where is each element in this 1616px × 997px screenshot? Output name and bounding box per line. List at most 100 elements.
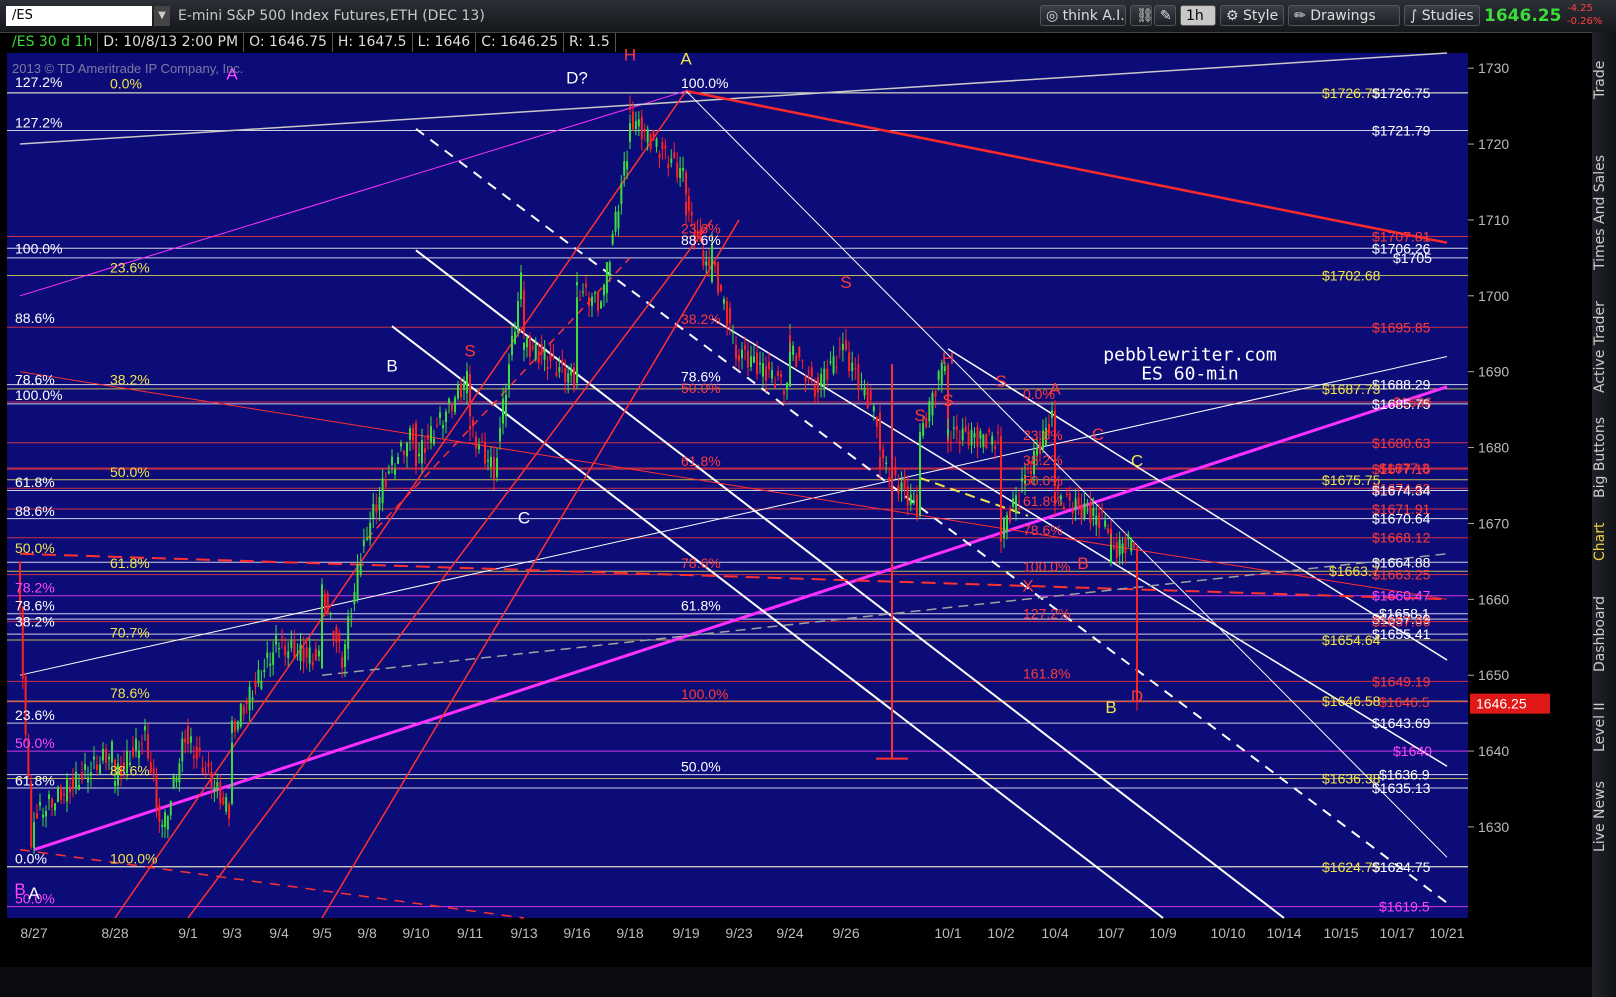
price-chart[interactable]: 127.2% 0.0%127.2%100.0%23.6%88.6%78.6% 38.… bbox=[0, 0, 1592, 967]
candle-body bbox=[937, 370, 940, 381]
price-level-label: $1643.69 bbox=[1372, 715, 1431, 731]
price-level-label: $1655.41 bbox=[1372, 626, 1431, 642]
fib-label: 23.6% bbox=[15, 707, 55, 723]
candle-body bbox=[869, 390, 872, 400]
candle-body bbox=[36, 813, 38, 819]
tab-chart[interactable]: Chart bbox=[1592, 512, 1616, 572]
candle-body bbox=[634, 120, 637, 129]
candle-body bbox=[403, 450, 405, 455]
candle-body bbox=[204, 772, 207, 775]
candle-body bbox=[508, 364, 510, 389]
candle-body bbox=[576, 282, 578, 286]
candle-body bbox=[1006, 515, 1008, 533]
y-tick-label: 1730 bbox=[1478, 60, 1509, 76]
candle-body bbox=[520, 272, 522, 300]
candle-body bbox=[958, 441, 961, 445]
candle-body bbox=[169, 800, 172, 816]
candle-body bbox=[765, 366, 767, 382]
tab-active-trader[interactable]: Active Trader bbox=[1592, 292, 1616, 402]
candle-body bbox=[496, 457, 498, 478]
fib-label: 78.2% bbox=[15, 580, 55, 596]
tab-dashboard[interactable]: Dashboard bbox=[1592, 587, 1616, 682]
candle-body bbox=[931, 392, 934, 416]
candle-body bbox=[472, 419, 474, 427]
candle-body bbox=[661, 142, 664, 150]
candle-body bbox=[1086, 510, 1089, 512]
candle-body bbox=[961, 428, 964, 441]
candle-body bbox=[813, 385, 816, 397]
candle-body bbox=[792, 345, 795, 355]
candle-body bbox=[1018, 500, 1020, 502]
candle-body bbox=[391, 456, 393, 465]
candle-body bbox=[299, 644, 302, 661]
candle-body bbox=[711, 257, 713, 260]
fib-label: 50.0% bbox=[15, 735, 55, 751]
price-axis-panel bbox=[1468, 53, 1592, 918]
candle-body bbox=[807, 370, 810, 373]
fib-label: 127.2% bbox=[15, 114, 62, 130]
candle-body bbox=[729, 307, 731, 324]
candle-body bbox=[888, 477, 891, 482]
fib-label: 100.0% bbox=[110, 850, 157, 866]
x-tick-label: 9/16 bbox=[563, 925, 590, 941]
candle-body bbox=[287, 651, 290, 658]
tab-trade[interactable]: Trade bbox=[1592, 42, 1616, 117]
candle-body bbox=[57, 786, 59, 803]
candle-body bbox=[96, 764, 98, 771]
candle-body bbox=[338, 633, 341, 642]
candle-body bbox=[172, 775, 175, 789]
candle-body bbox=[514, 331, 516, 345]
wave-label: S bbox=[914, 406, 925, 425]
fib-label: 127.2% bbox=[15, 74, 62, 90]
candle-body bbox=[823, 368, 826, 388]
candle-body bbox=[667, 163, 670, 169]
fib-label: 70.7% bbox=[110, 624, 150, 640]
candle-body bbox=[166, 816, 169, 830]
price-level-label: $1660.47 bbox=[1372, 588, 1431, 604]
candle-body bbox=[487, 459, 489, 462]
tab-level-ii[interactable]: Level II bbox=[1592, 692, 1616, 762]
candle-body bbox=[771, 370, 773, 379]
candle-body bbox=[570, 369, 573, 376]
price-level-label: $1668.12 bbox=[1372, 530, 1431, 546]
tab-times-and-sales[interactable]: Times And Sales bbox=[1592, 137, 1616, 287]
candle-body bbox=[741, 349, 743, 359]
tab-big-buttons[interactable]: Big Buttons bbox=[1592, 407, 1616, 507]
candle-body bbox=[673, 152, 676, 159]
candle-body bbox=[305, 647, 308, 658]
fib-label: 61.8% bbox=[681, 453, 721, 469]
candle-body bbox=[991, 436, 994, 445]
candle-body bbox=[87, 777, 89, 783]
tab-live-news[interactable]: Live News bbox=[1592, 772, 1616, 862]
candle-body bbox=[329, 612, 332, 615]
candle-body bbox=[597, 291, 599, 312]
candle-body bbox=[690, 211, 693, 216]
candle-body bbox=[33, 822, 35, 829]
candle-body bbox=[254, 680, 257, 687]
y-tick-label: 1660 bbox=[1478, 591, 1509, 607]
candle-body bbox=[552, 355, 555, 357]
wave-label: B bbox=[1105, 698, 1116, 717]
candle-body bbox=[768, 362, 770, 370]
candle-body bbox=[155, 775, 158, 808]
candle-body bbox=[967, 431, 970, 446]
candle-body bbox=[135, 738, 137, 751]
wave-label: A bbox=[1049, 379, 1061, 398]
candle-body bbox=[260, 680, 263, 689]
candle-body bbox=[409, 428, 411, 440]
candle-body bbox=[149, 762, 152, 773]
fib-label: 78.6% bbox=[110, 685, 150, 701]
bottom-scroll-bar[interactable] bbox=[0, 967, 1592, 997]
candle-body bbox=[1068, 493, 1071, 501]
candle-body bbox=[158, 804, 161, 822]
candle-body bbox=[637, 119, 640, 127]
candle-body bbox=[982, 434, 985, 447]
fib-label: 23.6% bbox=[110, 259, 150, 275]
candle-body bbox=[603, 284, 605, 296]
candle-body bbox=[549, 354, 552, 362]
candle-body bbox=[152, 768, 155, 776]
x-tick-label: 10/4 bbox=[1041, 925, 1068, 941]
candle-body bbox=[891, 468, 894, 471]
candle-body bbox=[708, 259, 711, 267]
wave-label: S bbox=[995, 372, 1006, 391]
